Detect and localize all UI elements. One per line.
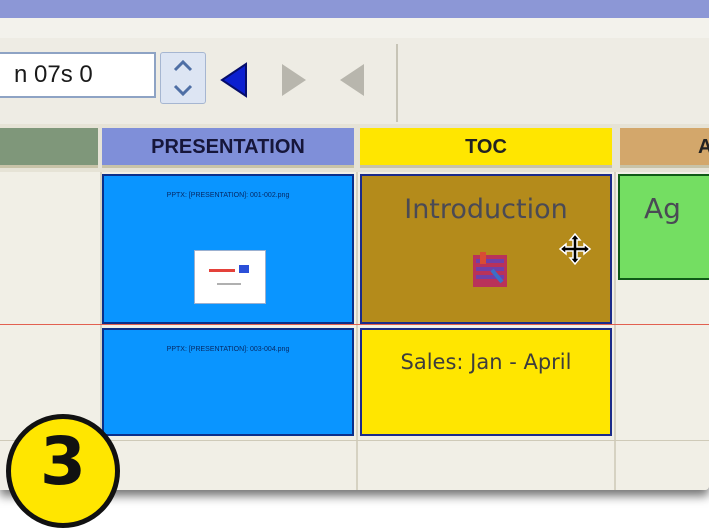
previous-triangle-icon[interactable]	[218, 62, 250, 98]
toc-item-label: Sales: Jan - April	[400, 350, 572, 374]
presentation-slide-cell[interactable]: PPTX: [PRESENTATION]: 001-002.png	[102, 174, 354, 324]
chevron-up-icon[interactable]	[169, 55, 197, 77]
menu-strip	[0, 18, 709, 38]
step-number: 3	[40, 423, 86, 500]
toc-cell-introduction[interactable]: Introduction	[360, 174, 612, 324]
slide-file-label: PPTX: [PRESENTATION]: 001-002.png	[166, 192, 290, 199]
grid-divider	[356, 172, 358, 490]
grid-divider	[614, 172, 616, 490]
move-cursor-icon	[558, 232, 592, 270]
chevron-down-icon[interactable]	[169, 79, 197, 101]
column-header-previous[interactable]	[0, 128, 98, 168]
timeline-window: n 07s 0 PRESENTATION TOC A PPTX: [PRESEN…	[0, 0, 709, 490]
column-header-agenda[interactable]: A	[620, 128, 709, 168]
toolbar-separator	[396, 44, 398, 122]
time-spinner[interactable]	[160, 52, 206, 104]
agenda-label: Ag	[644, 192, 681, 225]
presentation-slide-cell[interactable]: PPTX: [PRESENTATION]: 003-004.png	[102, 328, 354, 436]
step-number-badge: 3	[6, 414, 120, 528]
time-input[interactable]: n 07s 0	[0, 52, 156, 98]
slide-file-label: PPTX: [PRESENTATION]: 003-004.png	[166, 346, 290, 353]
toc-item-label: Introduction	[404, 194, 568, 225]
column-header-presentation[interactable]: PRESENTATION	[102, 128, 354, 168]
slide-graphic-icon	[472, 250, 508, 292]
slide-thumbnail	[194, 250, 266, 304]
agenda-cell[interactable]: Ag	[618, 174, 709, 280]
playhead-line	[0, 324, 709, 325]
play-triangle-icon[interactable]	[278, 62, 310, 98]
back-triangle-icon[interactable]	[336, 62, 368, 98]
toc-cell-sales[interactable]: Sales: Jan - April	[360, 328, 612, 436]
column-header-toc[interactable]: TOC	[360, 128, 612, 168]
title-bar	[0, 0, 709, 18]
